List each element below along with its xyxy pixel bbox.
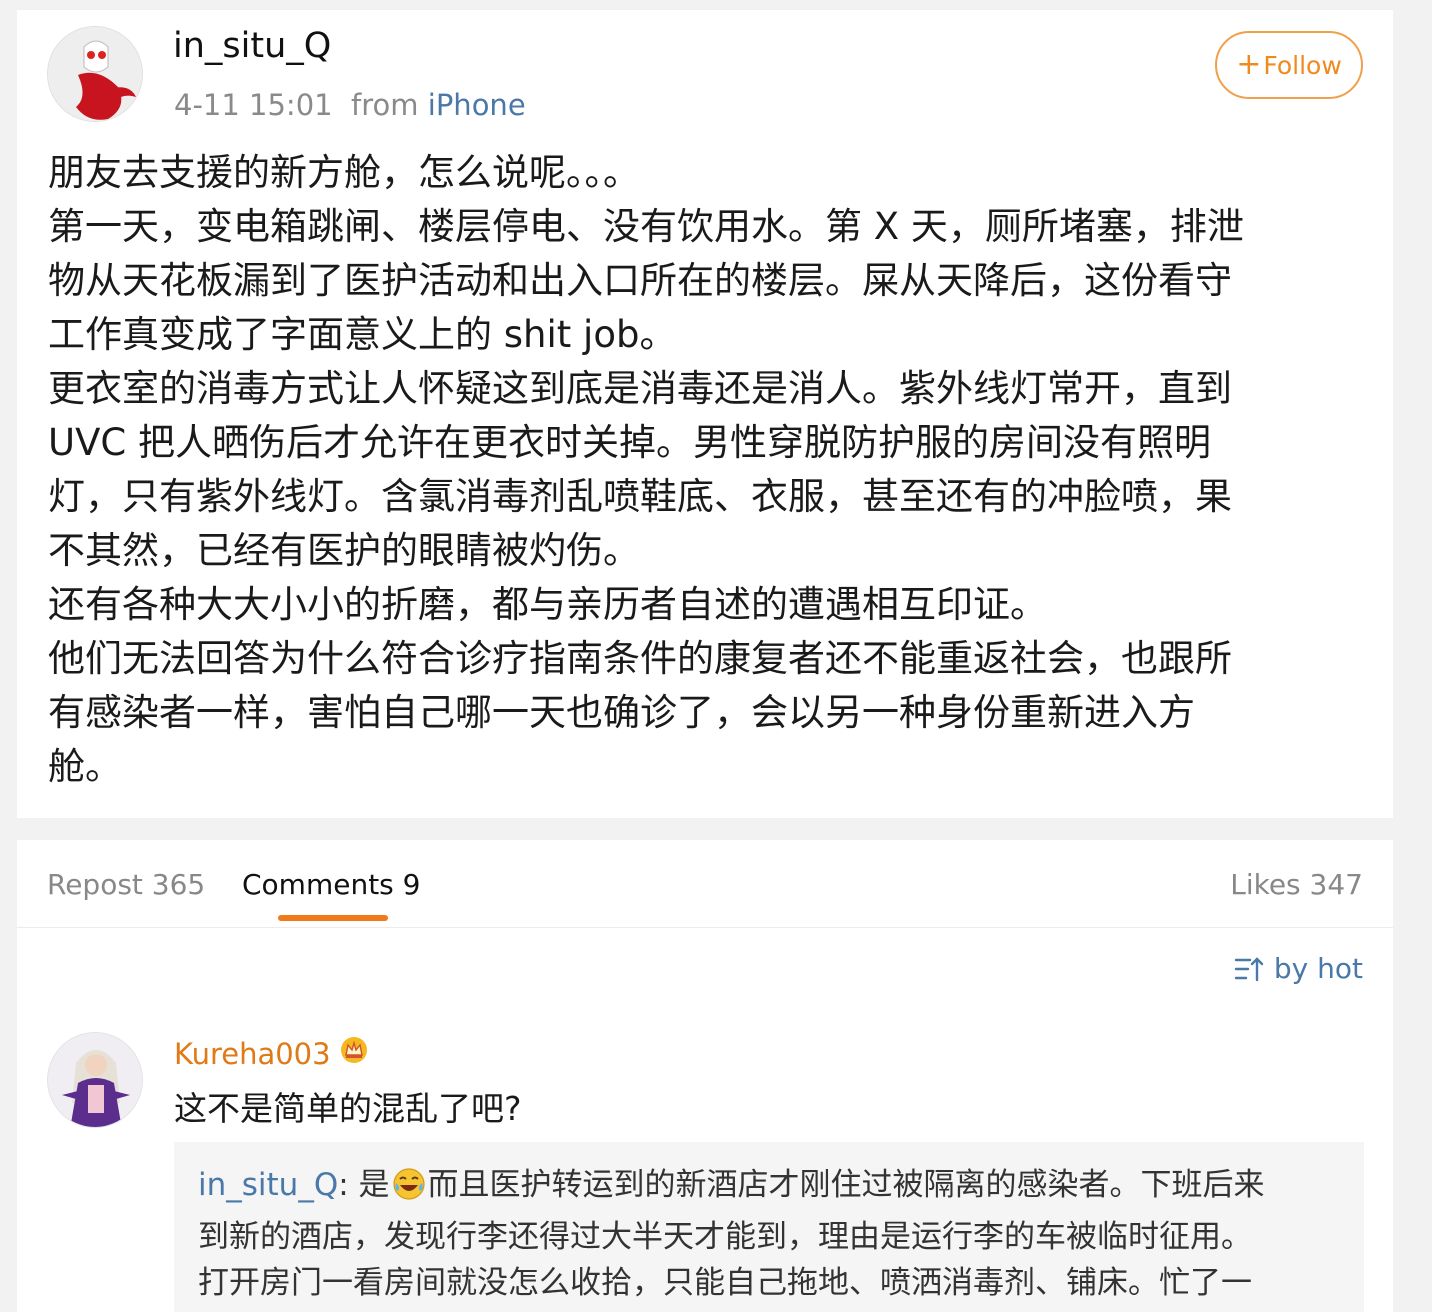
follow-label: Follow: [1263, 50, 1342, 80]
commenter-avatar[interactable]: [47, 1032, 143, 1128]
commenter-username-link[interactable]: Kureha003: [174, 1036, 369, 1071]
plus-icon: +: [1236, 47, 1262, 82]
reply-line: 打开房门一看房间就没怎么收拾，只能自己拖地、喷洒消毒剂、铺床。忙了一: [198, 1265, 1252, 1301]
post-body: 朋友去支援的新方舱，怎么说呢。。。 第一天，变电箱跳闸、楼层停电、没有饮用水。第…: [48, 146, 1368, 794]
sort-by-hot-button[interactable]: by hot: [1234, 952, 1363, 985]
commenter-username: Kureha003: [174, 1036, 331, 1071]
reply-username[interactable]: in_situ_Q: [198, 1167, 338, 1203]
reply-line: 到新的酒店，发现行李还得过大半天才能到，理由是运行李的车被临时征用。: [198, 1219, 1252, 1255]
author-avatar-image: [48, 27, 142, 121]
post-line: 第一天，变电箱跳闸、楼层停电、没有饮用水。第 X 天，厕所堵塞，排泄: [48, 205, 1244, 248]
post-line: 更衣室的消毒方式让人怀疑这到底是消毒还是消人。紫外线灯常开，直到: [48, 367, 1232, 410]
reply-line: in_situ_Q: 是 而且医护转运到的新酒店才刚住过被隔离的感染者。下班后来: [198, 1162, 1340, 1214]
comments-section: Repost 365 Comments 9 Likes 347 by hot K…: [17, 840, 1393, 1312]
post-line: 物从天花板漏到了医护活动和出入口所在的楼层。屎从天降后，这份看守: [48, 259, 1232, 302]
author-avatar[interactable]: [47, 26, 143, 122]
post-line: 工作真变成了字面意义上的 shit job。: [48, 313, 677, 356]
post-card: in_situ_Q 4-11 15:01 from iPhone + Follow…: [17, 10, 1393, 818]
tab-comments[interactable]: Comments 9: [242, 868, 421, 901]
interaction-tabs: Repost 365 Comments 9 Likes 347: [17, 840, 1393, 928]
active-tab-indicator: [278, 915, 388, 921]
post-line: 朋友去支援的新方舱，怎么说呢。。。: [48, 151, 640, 194]
post-meta: 4-11 15:01 from iPhone: [174, 88, 526, 122]
post-line: 还有各种大大小小的折磨，都与亲历者自述的遭遇相互印证。: [48, 583, 1047, 626]
post-time: 4-11 15:01: [174, 88, 333, 122]
post-line: 他们无法回答为什么符合诊疗指南条件的康复者还不能重返社会，也跟所: [48, 637, 1232, 680]
sort-icon: [1234, 956, 1264, 981]
post-line: 有感染者一样，害怕自己哪一天也确诊了，会以另一种身份重新进入方: [48, 691, 1195, 734]
reply-text-line1: 而且医护转运到的新酒店才刚住过被隔离的感染者。下班后来: [427, 1167, 1265, 1203]
post-line: 舱。: [48, 745, 122, 788]
author-username[interactable]: in_situ_Q: [173, 26, 331, 66]
post-line: UVC 把人晒伤后才允许在更衣时关掉。男性穿脱防护服的房间没有照明: [48, 421, 1211, 464]
post-line: 灯，只有紫外线灯。含氯消毒剂乱喷鞋底、衣服，甚至还有的冲脸喷，果: [48, 475, 1232, 518]
reply-separator: :: [338, 1167, 349, 1203]
follow-button[interactable]: + Follow: [1215, 31, 1363, 99]
post-line: 不其然，已经有医护的眼睛被灼伤。: [48, 529, 640, 572]
post-from-label: from: [351, 88, 419, 122]
post-source[interactable]: iPhone: [428, 88, 526, 122]
reply-box[interactable]: in_situ_Q: 是而且医护转运到的新酒店才刚住过被隔离的感染者。下班后来 …: [174, 1142, 1364, 1312]
tab-repost[interactable]: Repost 365: [47, 868, 205, 901]
comment-text: 这不是简单的混乱了吧?: [174, 1089, 522, 1128]
tab-likes[interactable]: Likes 347: [1230, 868, 1363, 901]
reply-text-start: 是: [348, 1167, 390, 1203]
crown-badge-icon: [339, 1036, 369, 1071]
sort-label: by hot: [1273, 952, 1363, 985]
laughing-crying-emoji-icon: [392, 1167, 426, 1214]
commenter-avatar-image: [48, 1033, 142, 1127]
